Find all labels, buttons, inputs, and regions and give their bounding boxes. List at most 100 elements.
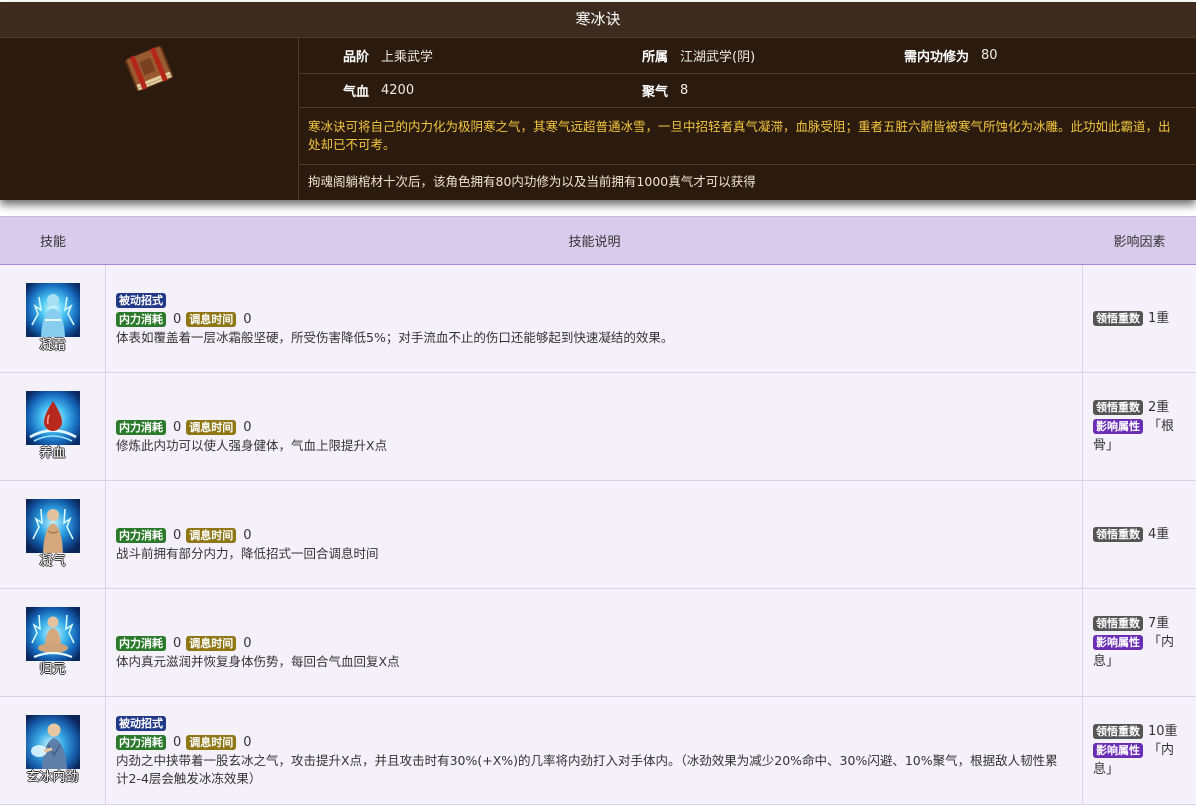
skill-description-cell: 被动招式 内力消耗 0 调息时间 0 内劲之中挟带着一股玄冰之气，攻击提升X点，… bbox=[106, 697, 1083, 804]
cooldown-value: 0 bbox=[243, 635, 252, 651]
cost-line: 内力消耗 0 调息时间 0 bbox=[116, 733, 257, 752]
skill-cell: 玄冰内劲 bbox=[0, 697, 106, 804]
required-internal-value: 80 bbox=[981, 48, 998, 63]
cooldown-value: 0 bbox=[243, 419, 252, 435]
passive-tag-line: 被动招式 bbox=[116, 291, 166, 310]
blood-drop-icon bbox=[25, 390, 80, 445]
factor-item: 领悟重数 2重 bbox=[1093, 398, 1184, 417]
internal-cost-value: 0 bbox=[173, 527, 182, 543]
table-row: 养血 内力消耗 0 调息时间 0 修炼此内功可以使人强身健体，气血上限提升X点 … bbox=[0, 373, 1196, 481]
meditation-icon bbox=[25, 606, 80, 661]
factor-item: 影响属性 「内息」 bbox=[1093, 741, 1184, 779]
comprehension-level-value: 10重 bbox=[1148, 724, 1178, 739]
skill-factors-cell: 领悟重数 4重 bbox=[1083, 481, 1196, 588]
frost-aura-icon bbox=[25, 282, 80, 337]
skill-cell: 凝气 bbox=[0, 481, 106, 588]
skill-factors-cell: 领悟重数 1重 bbox=[1083, 265, 1196, 372]
skill-description-cell: 内力消耗 0 调息时间 0 战斗前拥有部分内力，降低招式一回合调息时间 bbox=[106, 481, 1083, 588]
internal-cost-value: 0 bbox=[173, 734, 182, 750]
gather-qi-value: 8 bbox=[680, 83, 689, 98]
cooldown-value: 0 bbox=[243, 527, 252, 543]
internal-cost-badge: 内力消耗 bbox=[116, 527, 166, 543]
info-row: 品阶 上乘武学 所属 江湖武学(阴) 需内功修为 80 bbox=[299, 38, 1196, 74]
category-label: 所属 bbox=[642, 50, 669, 65]
internal-cost-value: 0 bbox=[173, 419, 182, 435]
comprehension-level-badge: 领悟重数 bbox=[1093, 400, 1143, 415]
grade-label: 品阶 bbox=[343, 50, 370, 65]
skill-effect-text: 修炼此内功可以使人强身健体，气血上限提升X点 bbox=[116, 437, 388, 453]
cost-line: 内力消耗 0 调息时间 0 bbox=[116, 634, 257, 653]
skill-name: 玄冰内劲 bbox=[26, 769, 79, 785]
factor-item: 影响属性 「根骨」 bbox=[1093, 417, 1184, 455]
comprehension-level-value: 2重 bbox=[1148, 400, 1170, 415]
category-value: 江湖武学(阴) bbox=[680, 50, 756, 65]
table-header: 技能 技能说明 影响因素 bbox=[0, 216, 1196, 265]
skill-description-cell: 被动招式 内力消耗 0 调息时间 0 体表如覆盖着一层冰霜般坚硬，所受伤害降低5… bbox=[106, 265, 1083, 372]
hp-value: 4200 bbox=[381, 83, 415, 98]
item-icon-area bbox=[0, 38, 298, 200]
passive-tag-line: 被动招式 bbox=[116, 714, 166, 733]
skill-table: 技能 技能说明 影响因素 凝霜 被动招式 内力消耗 0 调息时间 0 体表如覆盖… bbox=[0, 216, 1196, 805]
cooldown-value: 0 bbox=[243, 734, 252, 750]
skill-cell: 归元 bbox=[0, 589, 106, 696]
skill-factors-cell: 领悟重数 10重 影响属性 「内息」 bbox=[1083, 697, 1196, 804]
internal-cost-badge: 内力消耗 bbox=[116, 734, 166, 750]
comprehension-level-value: 7重 bbox=[1148, 616, 1170, 631]
factor-item: 影响属性 「内息」 bbox=[1093, 633, 1184, 671]
skill-factors-cell: 领悟重数 7重 影响属性 「内息」 bbox=[1083, 589, 1196, 696]
cooldown-badge: 调息时间 bbox=[186, 419, 237, 435]
comprehension-level-value: 4重 bbox=[1148, 527, 1170, 542]
skill-name: 凝霜 bbox=[39, 337, 66, 353]
header-factors: 影响因素 bbox=[1113, 235, 1166, 250]
table-row: 凝霜 被动招式 内力消耗 0 调息时间 0 体表如覆盖着一层冰霜般坚硬，所受伤害… bbox=[0, 265, 1196, 373]
factor-item: 领悟重数 4重 bbox=[1093, 525, 1184, 544]
skill-name: 归元 bbox=[39, 661, 66, 677]
required-internal-field: 需内功修为 80 bbox=[860, 38, 1196, 73]
required-internal-label: 需内功修为 bbox=[904, 50, 970, 65]
factor-item: 领悟重数 1重 bbox=[1093, 309, 1184, 328]
item-panel: 寒冰诀 品阶 上乘武学 所属 江湖武学(阴) 需内功修为 80 气血 4200 … bbox=[0, 2, 1196, 200]
item-title: 寒冰诀 bbox=[0, 2, 1196, 38]
info-row: 气血 4200 聚气 8 bbox=[299, 74, 1196, 108]
skill-cell: 养血 bbox=[0, 373, 106, 480]
skill-effect-text: 内劲之中挟带着一股玄冰之气，攻击提升X点，并且攻击时有30%(+X%)的几率将内… bbox=[116, 752, 1058, 786]
cooldown-badge: 调息时间 bbox=[186, 527, 237, 543]
header-description: 技能说明 bbox=[568, 235, 621, 250]
gather-qi-label: 聚气 bbox=[642, 85, 669, 100]
gather-qi-icon bbox=[25, 498, 80, 553]
book-icon bbox=[124, 45, 174, 92]
cooldown-badge: 调息时间 bbox=[186, 311, 237, 327]
header-skill: 技能 bbox=[39, 235, 66, 250]
skill-effect-text: 体表如覆盖着一层冰霜般坚硬，所受伤害降低5%；对手流血不止的伤口还能够起到快速凝… bbox=[116, 329, 674, 345]
comprehension-level-value: 1重 bbox=[1148, 311, 1170, 326]
item-requirement: 拘魂阁躺棺材十次后，该角色拥有80内功修为以及当前拥有1000真气才可以获得 bbox=[308, 174, 756, 189]
category-field: 所属 江湖武学(阴) bbox=[598, 38, 860, 73]
skill-cell: 凝霜 bbox=[0, 265, 106, 372]
cooldown-badge: 调息时间 bbox=[186, 734, 237, 750]
ice-palm-monk-icon bbox=[25, 714, 80, 769]
affected-attribute-badge: 影响属性 bbox=[1093, 743, 1143, 758]
internal-cost-badge: 内力消耗 bbox=[116, 419, 166, 435]
skill-effect-text: 体内真元滋润并恢复身体伤势，每回合气血回复X点 bbox=[116, 653, 400, 669]
empty-field bbox=[860, 74, 1196, 107]
gather-qi-field: 聚气 8 bbox=[598, 74, 860, 107]
affected-attribute-badge: 影响属性 bbox=[1093, 419, 1143, 434]
grade-field: 品阶 上乘武学 bbox=[299, 38, 598, 73]
skill-description-cell: 内力消耗 0 调息时间 0 体内真元滋润并恢复身体伤势，每回合气血回复X点 bbox=[106, 589, 1083, 696]
item-description: 寒冰诀可将自己的内力化为极阴寒之气，其寒气远超普通冰雪，一旦中招轻者真气凝滞，血… bbox=[299, 108, 1196, 165]
hp-label: 气血 bbox=[343, 85, 370, 100]
comprehension-level-badge: 领悟重数 bbox=[1093, 527, 1143, 542]
cost-line: 内力消耗 0 调息时间 0 bbox=[116, 526, 257, 545]
comprehension-level-badge: 领悟重数 bbox=[1093, 724, 1143, 739]
comprehension-level-badge: 领悟重数 bbox=[1093, 311, 1143, 326]
table-row: 凝气 内力消耗 0 调息时间 0 战斗前拥有部分内力，降低招式一回合调息时间 领… bbox=[0, 481, 1196, 589]
table-row: 归元 内力消耗 0 调息时间 0 体内真元滋润并恢复身体伤势，每回合气血回复X点… bbox=[0, 589, 1196, 697]
cooldown-badge: 调息时间 bbox=[186, 635, 237, 651]
factor-item: 领悟重数 10重 bbox=[1093, 722, 1184, 741]
hp-field: 气血 4200 bbox=[299, 74, 598, 107]
cost-line: 内力消耗 0 调息时间 0 bbox=[116, 418, 257, 437]
grade-value: 上乘武学 bbox=[381, 50, 434, 65]
item-info: 品阶 上乘武学 所属 江湖武学(阴) 需内功修为 80 气血 4200 聚气 8… bbox=[298, 38, 1196, 200]
factor-item: 领悟重数 7重 bbox=[1093, 614, 1184, 633]
skill-effect-text: 战斗前拥有部分内力，降低招式一回合调息时间 bbox=[116, 545, 379, 561]
